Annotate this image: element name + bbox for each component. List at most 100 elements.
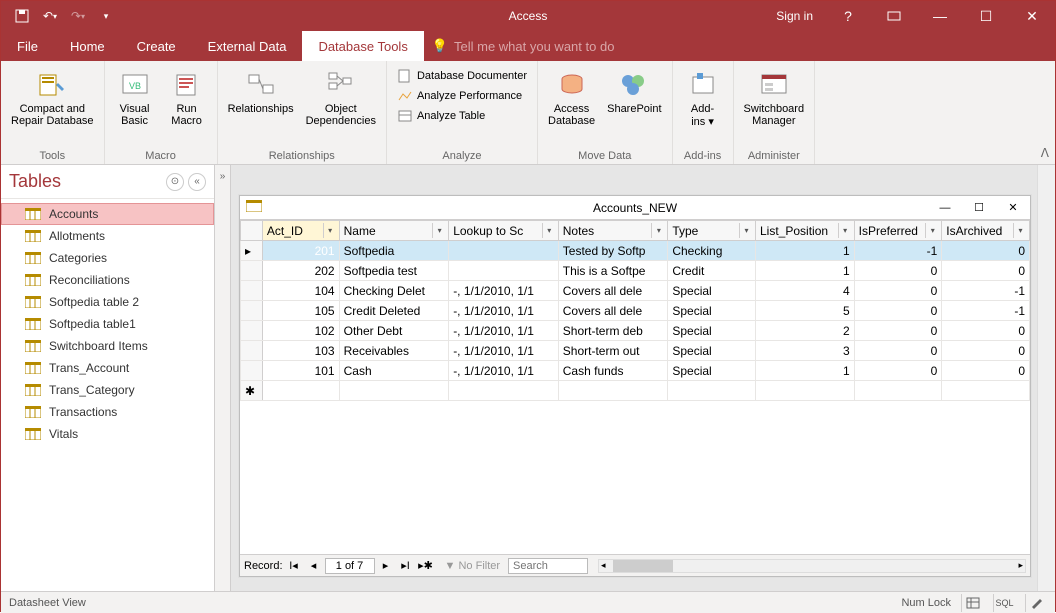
help-icon[interactable]: ?	[825, 1, 871, 31]
object-dependencies-button[interactable]: Object Dependencies	[302, 65, 380, 129]
nav-item-trans-account[interactable]: Trans_Account	[1, 357, 214, 379]
redo-icon[interactable]: ↷▾	[65, 4, 91, 28]
nav-title[interactable]: Tables	[9, 171, 61, 192]
row-selector[interactable]	[241, 301, 263, 321]
column-filter-icon[interactable]: ▾	[651, 223, 665, 238]
row-selector[interactable]: ▸	[241, 241, 263, 261]
nav-item-allotments[interactable]: Allotments	[1, 225, 214, 247]
nav-last-icon[interactable]: ▸I	[397, 557, 415, 575]
table-object-icon	[246, 200, 262, 216]
row-selector[interactable]	[241, 341, 263, 361]
table-row[interactable]: 103Receivables-, 1/1/2010, 1/1Short-term…	[241, 341, 1030, 361]
row-selector[interactable]	[241, 321, 263, 341]
horizontal-scrollbar[interactable]: ◂▸	[598, 559, 1026, 573]
table-row[interactable]: 202Softpedia testThis is a SoftpeCredit1…	[241, 261, 1030, 281]
row-selector[interactable]	[241, 281, 263, 301]
minimize-icon[interactable]: —	[917, 1, 963, 31]
table-row[interactable]: 101Cash-, 1/1/2010, 1/1Cash fundsSpecial…	[241, 361, 1030, 381]
ribbon-options-icon[interactable]	[871, 1, 917, 31]
table-icon	[25, 318, 41, 330]
column-filter-icon[interactable]: ▾	[838, 223, 852, 238]
record-search-input[interactable]	[508, 558, 588, 574]
row-selector[interactable]	[241, 261, 263, 281]
nav-item-softpedia-table1[interactable]: Softpedia table1	[1, 313, 214, 335]
sign-in-link[interactable]: Sign in	[764, 9, 825, 23]
new-record-row[interactable]: ✱	[241, 381, 1030, 401]
row-selector[interactable]	[241, 361, 263, 381]
tab-create[interactable]: Create	[121, 31, 192, 61]
nav-item-switchboard-items[interactable]: Switchboard Items	[1, 335, 214, 357]
table-row[interactable]: 104Checking Delet-, 1/1/2010, 1/1Covers …	[241, 281, 1030, 301]
nav-item-trans-category[interactable]: Trans_Category	[1, 379, 214, 401]
database-documenter-button[interactable]: Database Documenter	[393, 67, 531, 85]
nav-first-icon[interactable]: I◂	[285, 557, 303, 575]
column-filter-icon[interactable]: ▾	[739, 223, 753, 238]
analyze-performance-button[interactable]: Analyze Performance	[393, 87, 531, 105]
tab-database-tools[interactable]: Database Tools	[302, 31, 423, 61]
column-header[interactable]: Act_ID▾	[262, 221, 339, 241]
table-icon	[25, 274, 41, 286]
nav-prev-icon[interactable]: ◂	[305, 557, 323, 575]
filter-indicator[interactable]: ▼ No Filter	[445, 560, 501, 572]
column-filter-icon[interactable]: ▾	[542, 223, 556, 238]
record-position-input[interactable]	[325, 558, 375, 574]
vertical-scrollbar[interactable]	[1037, 165, 1055, 591]
shutter-bar-icon[interactable]: »	[215, 165, 231, 591]
sql-view-icon[interactable]: SQL	[993, 594, 1015, 612]
run-macro-button[interactable]: Run Macro	[163, 65, 211, 129]
visual-basic-button[interactable]: VBVisual Basic	[111, 65, 159, 129]
tab-home[interactable]: Home	[54, 31, 121, 61]
nav-filter-dropdown-icon[interactable]: ⊙	[166, 173, 184, 191]
subwin-maximize-icon[interactable]: ☐	[962, 196, 996, 220]
datasheet-grid[interactable]: Act_ID▾Name▾Lookup to Sc▾Notes▾Type▾List…	[240, 220, 1030, 401]
column-header[interactable]: Lookup to Sc▾	[449, 221, 559, 241]
relationships-button[interactable]: Relationships	[224, 65, 298, 117]
qat-customize-icon[interactable]: ▾	[93, 4, 119, 28]
datasheet-view-icon[interactable]	[961, 594, 983, 612]
nav-item-reconciliations[interactable]: Reconciliations	[1, 269, 214, 291]
column-filter-icon[interactable]: ▾	[1013, 223, 1027, 238]
add-ins-icon	[687, 69, 719, 101]
column-filter-icon[interactable]: ▾	[432, 223, 446, 238]
column-header[interactable]: Name▾	[339, 221, 449, 241]
numlock-label: Num Lock	[901, 597, 951, 609]
nav-item-softpedia-table-2[interactable]: Softpedia table 2	[1, 291, 214, 313]
compact-repair-button[interactable]: Compact and Repair Database	[7, 65, 98, 129]
add-ins-button[interactable]: Add- ins ▾	[679, 65, 727, 130]
table-row[interactable]: 102Other Debt-, 1/1/2010, 1/1Short-term …	[241, 321, 1030, 341]
column-header[interactable]: IsPreferred▾	[854, 221, 942, 241]
column-header[interactable]: Notes▾	[558, 221, 668, 241]
access-database-button[interactable]: Access Database	[544, 65, 599, 129]
table-row[interactable]: ▸201SoftpediaTested by SoftpChecking1-10	[241, 241, 1030, 261]
nav-item-accounts[interactable]: Accounts	[1, 203, 214, 225]
subwin-minimize-icon[interactable]: —	[928, 196, 962, 220]
nav-item-vitals[interactable]: Vitals	[1, 423, 214, 445]
table-icon	[25, 208, 41, 220]
tell-me-search[interactable]: 💡 Tell me what you want to do	[424, 31, 615, 61]
collapse-ribbon-icon[interactable]: ᐱ	[1041, 146, 1049, 160]
column-filter-icon[interactable]: ▾	[323, 223, 337, 238]
table-icon	[25, 340, 41, 352]
analyze-table-button[interactable]: Analyze Table	[393, 107, 531, 125]
nav-item-transactions[interactable]: Transactions	[1, 401, 214, 423]
nav-collapse-icon[interactable]: «	[188, 173, 206, 191]
close-icon[interactable]: ✕	[1009, 1, 1055, 31]
column-header[interactable]: List_Position▾	[756, 221, 855, 241]
subwin-close-icon[interactable]: ✕	[996, 196, 1030, 220]
nav-new-icon[interactable]: ▸✱	[417, 557, 435, 575]
column-header[interactable]: Type▾	[668, 221, 756, 241]
tab-external-data[interactable]: External Data	[192, 31, 303, 61]
undo-icon[interactable]: ↶▾	[37, 4, 63, 28]
save-icon[interactable]	[9, 4, 35, 28]
tab-file[interactable]: File	[1, 31, 54, 61]
switchboard-manager-button[interactable]: Switchboard Manager	[740, 65, 809, 129]
design-view-icon[interactable]	[1025, 594, 1047, 612]
nav-next-icon[interactable]: ▸	[377, 557, 395, 575]
table-row[interactable]: 105Credit Deleted-, 1/1/2010, 1/1Covers …	[241, 301, 1030, 321]
maximize-icon[interactable]: ☐	[963, 1, 1009, 31]
run-macro-icon	[171, 69, 203, 101]
column-header[interactable]: IsArchived▾	[942, 221, 1030, 241]
nav-item-categories[interactable]: Categories	[1, 247, 214, 269]
column-filter-icon[interactable]: ▾	[925, 223, 939, 238]
sharepoint-button[interactable]: SharePoint	[603, 65, 665, 117]
